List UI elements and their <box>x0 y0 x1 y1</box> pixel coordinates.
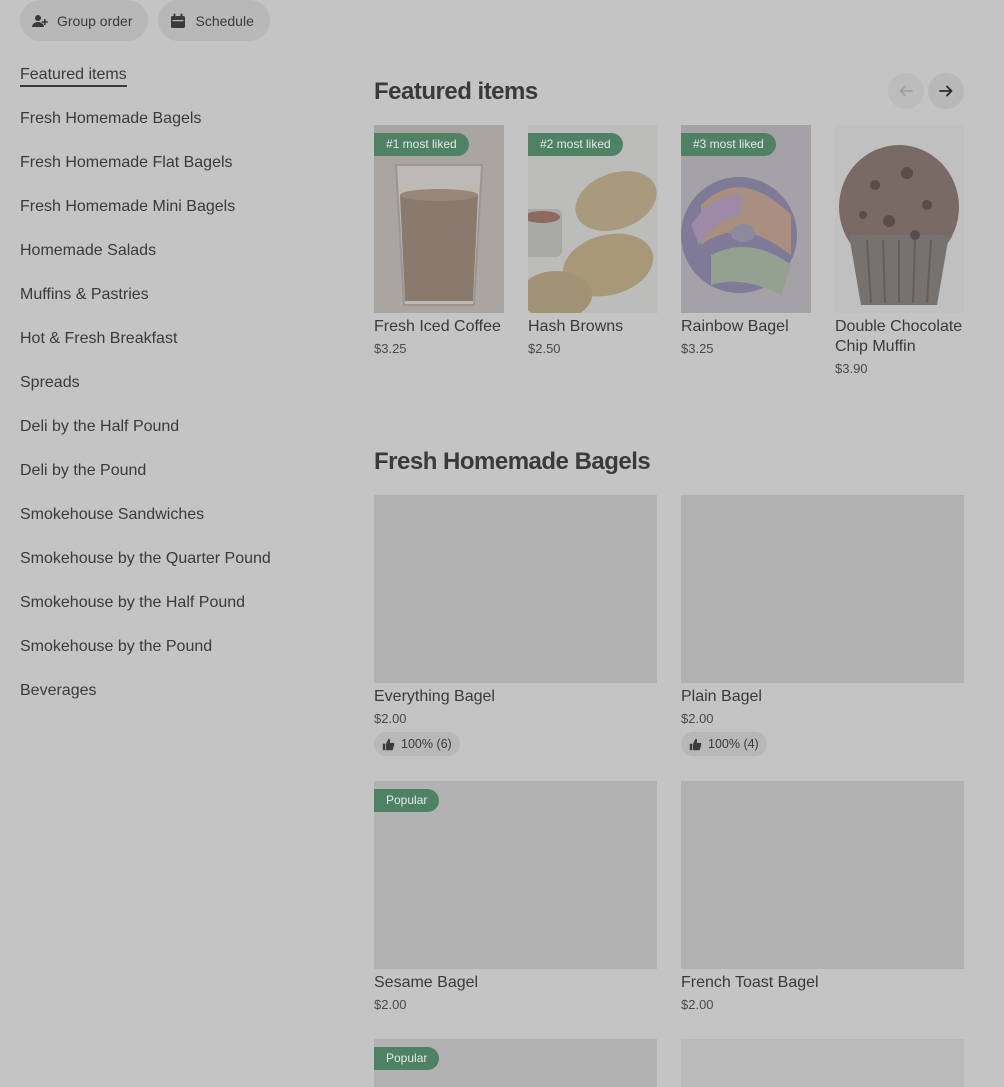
thumbs-up-icon <box>382 738 395 750</box>
sidebar-item-fresh-homemade-bagels[interactable]: Fresh Homemade Bagels <box>20 102 340 146</box>
sidebar-item-muffins-pastries[interactable]: Muffins & Pastries <box>20 278 340 322</box>
category-sidebar: Featured items Fresh Homemade Bagels Fre… <box>20 58 340 718</box>
item-price: $2.00 <box>681 997 714 1012</box>
sidebar-item-spreads[interactable]: Spreads <box>20 366 340 410</box>
sidebar-item-fresh-homemade-mini-bagels[interactable]: Fresh Homemade Mini Bagels <box>20 190 340 234</box>
sidebar-item-fresh-homemade-flat-bagels[interactable]: Fresh Homemade Flat Bagels <box>20 146 340 190</box>
order-options: Group order Schedule <box>20 0 270 41</box>
menu-item-card[interactable]: Everything Bagel $2.00 100% (6) <box>374 495 657 756</box>
sidebar-item-homemade-salads[interactable]: Homemade Salads <box>20 234 340 278</box>
item-name: Sesame Bagel <box>374 974 479 991</box>
arrow-right-icon <box>939 85 953 97</box>
item-price: $3.25 <box>374 341 407 356</box>
featured-items-heading: Featured items <box>374 78 538 105</box>
group-order-button[interactable]: Group order <box>20 0 149 41</box>
schedule-button[interactable]: Schedule <box>158 0 270 41</box>
item-image: #3 most liked <box>681 125 811 313</box>
fresh-homemade-bagels-heading: Fresh Homemade Bagels <box>374 448 651 475</box>
featured-item-card[interactable]: #3 most liked Rainbow Bagel $3.25 <box>681 125 811 356</box>
item-price: $3.25 <box>681 341 714 356</box>
most-liked-badge: #2 most liked <box>528 133 623 156</box>
item-name: Fresh Iced Coffee <box>374 318 501 335</box>
rating-badge: 100% (6) <box>374 732 460 756</box>
popular-badge: Popular <box>374 789 440 812</box>
item-price: $2.00 <box>681 711 714 726</box>
sidebar-item-smokehouse-pound[interactable]: Smokehouse by the Pound <box>20 630 340 674</box>
rating-text: 100% (6) <box>401 737 452 751</box>
item-price: $2.50 <box>528 341 561 356</box>
menu-item-card[interactable] <box>681 1039 964 1087</box>
item-price: $2.00 <box>374 711 407 726</box>
chocolate-muffin-image <box>835 125 964 313</box>
rating-text: 100% (4) <box>708 737 759 751</box>
rating-badge: 100% (4) <box>681 732 767 756</box>
sidebar-item-beverages[interactable]: Beverages <box>20 674 340 718</box>
item-image-placeholder: Popular <box>374 781 657 969</box>
most-liked-badge: #3 most liked <box>681 133 776 156</box>
item-name: Plain Bagel <box>681 688 762 705</box>
menu-item-card[interactable]: Popular Sesame Bagel $2.00 <box>374 781 657 1012</box>
carousel-prev-button[interactable] <box>888 73 924 109</box>
menu-item-card[interactable]: Popular <box>374 1039 657 1087</box>
add-person-icon <box>32 14 48 27</box>
item-image-placeholder <box>681 781 964 969</box>
featured-item-card[interactable]: #1 most liked Fresh Iced Coffee $3.25 <box>374 125 504 356</box>
menu-item-card[interactable]: French Toast Bagel $2.00 <box>681 781 964 1012</box>
sidebar-item-deli-half-pound[interactable]: Deli by the Half Pound <box>20 410 340 454</box>
sidebar-item-deli-pound[interactable]: Deli by the Pound <box>20 454 340 498</box>
item-image-placeholder <box>681 495 964 683</box>
carousel-next-button[interactable] <box>928 73 964 109</box>
featured-item-card[interactable]: #2 most liked Hash Browns $2.50 <box>528 125 658 356</box>
item-image-placeholder: Popular <box>374 1039 657 1087</box>
thumbs-up-icon <box>689 738 702 750</box>
item-name: Double Chocolate Chip Muffin <box>835 318 963 355</box>
menu-item-card[interactable]: Plain Bagel $2.00 100% (4) <box>681 495 964 756</box>
item-image: #1 most liked <box>374 125 504 313</box>
calendar-icon <box>171 13 186 28</box>
sidebar-item-smokehouse-half-pound[interactable]: Smokehouse by the Half Pound <box>20 586 340 630</box>
arrow-left-icon <box>899 85 913 97</box>
item-price: $3.90 <box>835 361 868 376</box>
item-image-placeholder <box>681 1039 964 1087</box>
item-image-placeholder <box>374 495 657 683</box>
item-name: Hash Browns <box>528 318 624 335</box>
sidebar-item-smokehouse-quarter-pound[interactable]: Smokehouse by the Quarter Pound <box>20 542 340 586</box>
item-price: $2.00 <box>374 997 407 1012</box>
item-name: French Toast Bagel <box>681 974 819 991</box>
schedule-label: Schedule <box>195 12 254 29</box>
sidebar-item-smokehouse-sandwiches[interactable]: Smokehouse Sandwiches <box>20 498 340 542</box>
item-image: #2 most liked <box>528 125 658 313</box>
featured-item-card[interactable]: Double Chocolate Chip Muffin $3.90 <box>835 125 964 376</box>
item-image <box>835 125 964 313</box>
item-name: Everything Bagel <box>374 688 495 705</box>
sidebar-item-hot-fresh-breakfast[interactable]: Hot & Fresh Breakfast <box>20 322 340 366</box>
group-order-label: Group order <box>57 12 133 29</box>
item-name: Rainbow Bagel <box>681 318 789 335</box>
popular-badge: Popular <box>374 1047 440 1070</box>
sidebar-item-featured-items[interactable]: Featured items <box>20 58 340 102</box>
most-liked-badge: #1 most liked <box>374 133 469 156</box>
